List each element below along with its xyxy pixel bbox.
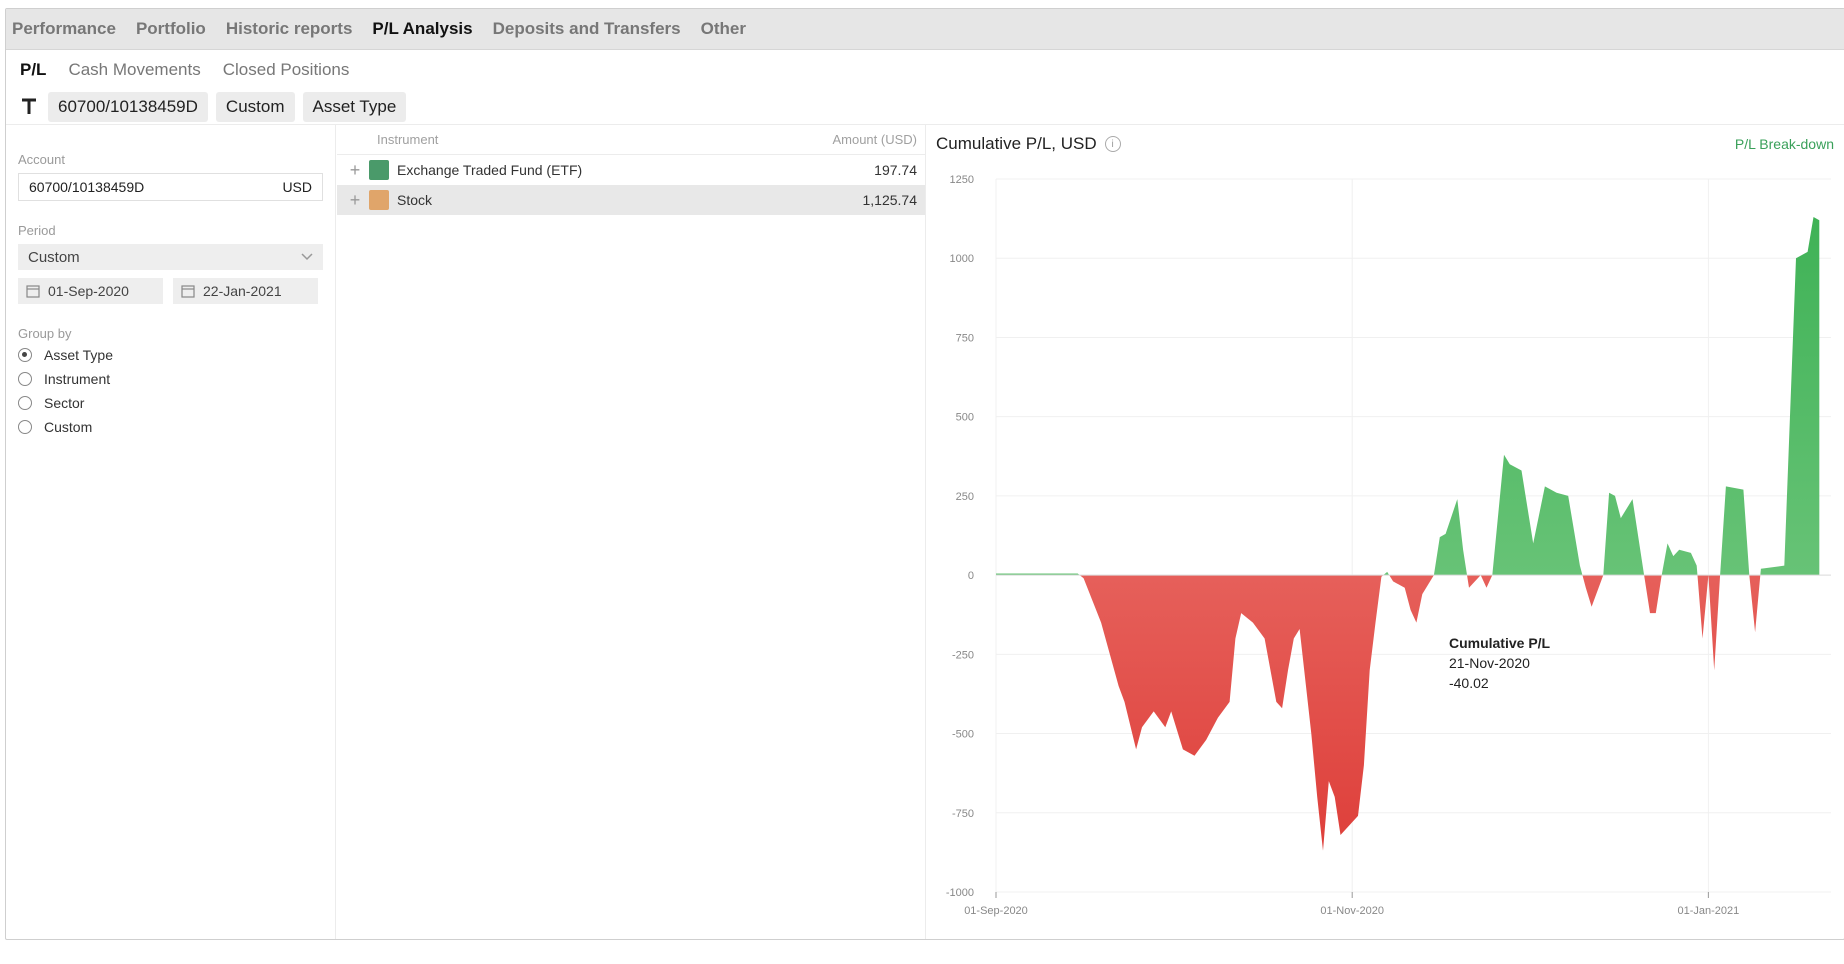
radio-label: Instrument — [44, 371, 111, 387]
calendar-icon — [26, 285, 40, 298]
pl-breakdown-link[interactable]: P/L Break-down — [1735, 136, 1834, 152]
radio-label: Sector — [44, 395, 85, 411]
group-option-custom[interactable]: Custom — [18, 419, 323, 435]
etf-swatch-icon — [369, 160, 389, 180]
tab-other[interactable]: Other — [701, 19, 746, 39]
account-currency: USD — [282, 179, 312, 195]
subtab-cash-movements[interactable]: Cash Movements — [68, 60, 200, 80]
table-header: Instrument Amount (USD) — [337, 124, 925, 155]
chart-title: Cumulative P/L, USD i — [936, 134, 1121, 154]
filter-chip-period[interactable]: Custom — [215, 92, 295, 122]
date-from-value: 01-Sep-2020 — [48, 283, 129, 299]
x-tick-label: 01-Sep-2020 — [964, 905, 1028, 917]
tab-pl-analysis[interactable]: P/L Analysis — [372, 19, 472, 39]
calendar-icon — [181, 285, 195, 298]
y-tick-label: -250 — [952, 649, 974, 661]
y-tick-label: 750 — [956, 332, 974, 344]
group-option-instrument[interactable]: Instrument — [18, 371, 323, 387]
subtab-pl[interactable]: P/L — [20, 60, 46, 80]
tab-deposits-transfers[interactable]: Deposits and Transfers — [493, 19, 681, 39]
period-label: Period — [18, 223, 56, 238]
chart-header: Cumulative P/L, USD i P/L Break-down — [926, 124, 1844, 164]
y-tick-label: -750 — [952, 808, 974, 820]
top-nav: Performance Portfolio Historic reports P… — [6, 9, 1844, 50]
group-option-asset-type[interactable]: Asset Type — [18, 347, 323, 363]
expand-plus-icon[interactable]: + — [341, 160, 369, 181]
y-tick-label: 1000 — [950, 253, 974, 265]
tooltip-date: 21-Nov-2020 — [1449, 655, 1530, 671]
radio-icon — [18, 420, 32, 434]
y-tick-label: 1250 — [950, 174, 974, 186]
x-tick-label: 01-Nov-2020 — [1320, 905, 1384, 917]
tooltip-title: Cumulative P/L — [1449, 635, 1551, 651]
info-icon[interactable]: i — [1104, 136, 1121, 152]
y-tick-label: -500 — [952, 729, 974, 741]
row-name: Stock — [397, 192, 433, 208]
cumulative-pl-chart: 1250 1000 750 500 250 0 -250 -500 -750 -1000 01-Se… — [946, 174, 1831, 917]
tooltip-value: -40.02 — [1449, 675, 1489, 691]
tab-historic-reports[interactable]: Historic reports — [226, 19, 353, 39]
sub-nav: P/L Cash Movements Closed Positions — [6, 50, 1844, 90]
filter-bar: 60700/10138459D Custom Asset Type — [6, 90, 1844, 125]
row-amount: 197.74 — [874, 162, 917, 178]
tab-portfolio[interactable]: Portfolio — [136, 19, 206, 39]
tab-performance[interactable]: Performance — [12, 19, 116, 39]
period-select[interactable]: Custom — [18, 244, 323, 270]
group-option-sector[interactable]: Sector — [18, 395, 323, 411]
instrument-table: Instrument Amount (USD) + Exchange Trade… — [337, 124, 926, 939]
filter-chip-group[interactable]: Asset Type — [302, 92, 407, 122]
subtab-closed-positions[interactable]: Closed Positions — [223, 60, 350, 80]
y-tick-label: 250 — [956, 491, 974, 503]
negative-area — [1079, 575, 1761, 851]
date-range: 01-Sep-2020 22-Jan-2021 — [18, 278, 323, 304]
app-frame: Performance Portfolio Historic reports P… — [5, 8, 1844, 940]
y-tick-label: -1000 — [946, 887, 974, 899]
row-amount: 1,125.74 — [862, 192, 918, 208]
chevron-down-icon — [301, 253, 313, 261]
date-to-field[interactable]: 22-Jan-2021 — [173, 278, 318, 304]
col-amount: Amount (USD) — [832, 131, 917, 147]
settings-panel: Account 60700/10138459D USD Period Custo… — [6, 124, 336, 939]
y-tick-label: 0 — [968, 570, 974, 582]
table-row[interactable]: + Stock 1,125.74 — [337, 185, 925, 215]
account-label: Account — [18, 152, 65, 167]
account-field[interactable]: 60700/10138459D USD — [18, 173, 323, 201]
radio-icon — [18, 396, 32, 410]
y-tick-label: 500 — [956, 412, 974, 424]
date-from-field[interactable]: 01-Sep-2020 — [18, 278, 163, 304]
filter-chip-account[interactable]: 60700/10138459D — [48, 92, 208, 122]
date-to-value: 22-Jan-2021 — [203, 283, 282, 299]
radio-label: Asset Type — [44, 347, 114, 363]
chart-title-text: Cumulative P/L, USD — [936, 134, 1097, 153]
positive-area — [996, 217, 1820, 576]
chart-panel: Cumulative P/L, USD i P/L Break-down 125… — [926, 124, 1844, 939]
table-row[interactable]: + Exchange Traded Fund (ETF) 197.74 — [337, 155, 925, 185]
account-value: 60700/10138459D — [29, 179, 145, 195]
period-value: Custom — [28, 248, 80, 266]
col-instrument: Instrument — [377, 131, 439, 147]
radio-label: Custom — [44, 419, 93, 435]
expand-plus-icon[interactable]: + — [341, 190, 369, 211]
filter-icon[interactable] — [20, 97, 38, 117]
row-name: Exchange Traded Fund (ETF) — [397, 162, 583, 178]
x-tick-label: 01-Jan-2021 — [1677, 905, 1739, 917]
group-by-label: Group by — [18, 326, 72, 341]
radio-icon — [18, 372, 32, 386]
stock-swatch-icon — [369, 190, 389, 210]
radio-selected-icon — [18, 348, 32, 362]
